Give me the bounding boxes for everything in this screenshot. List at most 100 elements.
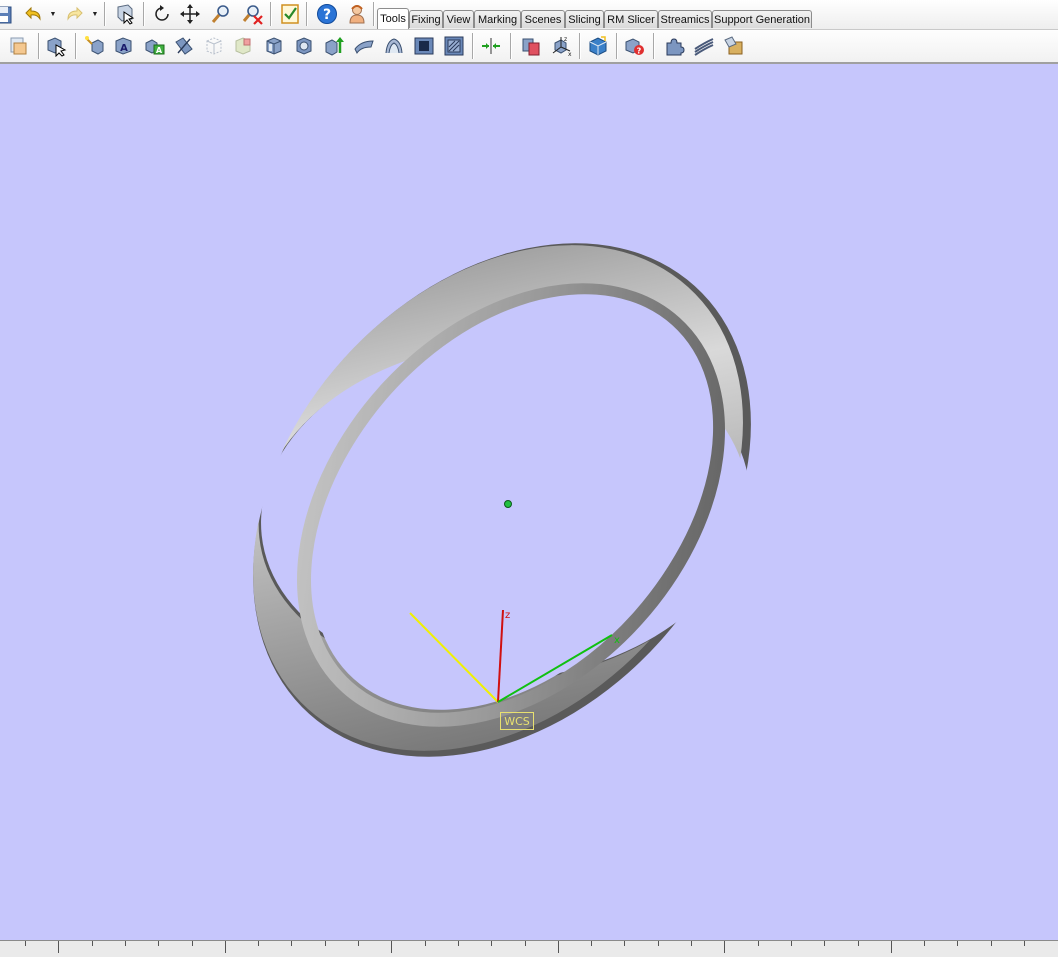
ruler-tick xyxy=(58,941,60,953)
undo-icon[interactable] xyxy=(20,1,46,27)
ruler-tick xyxy=(890,941,892,953)
ruler-tick xyxy=(524,941,526,946)
ruler-tick xyxy=(790,941,792,946)
ruler-tick xyxy=(691,941,692,946)
ruler-tick xyxy=(924,941,926,946)
checklist-icon[interactable] xyxy=(277,1,303,27)
svg-text:x: x xyxy=(568,51,572,57)
section-icon[interactable] xyxy=(291,33,317,59)
toolbar-separator xyxy=(579,33,581,59)
zoom-icon[interactable] xyxy=(208,1,234,27)
svg-text:A: A xyxy=(120,43,128,54)
perforate-icon[interactable] xyxy=(230,33,256,59)
select-part-icon[interactable] xyxy=(112,1,138,27)
smooth-icon[interactable] xyxy=(381,33,407,59)
label-b-icon[interactable]: A xyxy=(142,33,168,59)
tab-scenes[interactable]: Scenes xyxy=(521,10,565,28)
ruler-tick xyxy=(124,941,126,946)
measure-axes-icon[interactable]: zx xyxy=(548,33,574,59)
toolbar-separator xyxy=(270,2,272,26)
ruler-tick xyxy=(391,941,393,953)
ruler-tick xyxy=(158,941,160,946)
surface-icon[interactable] xyxy=(351,33,377,59)
tab-slicing[interactable]: Slicing xyxy=(565,10,604,28)
ruler-tick xyxy=(25,941,26,946)
svg-text:A: A xyxy=(156,46,163,55)
toolbar-separator xyxy=(75,33,77,59)
z-axis-label: z xyxy=(505,610,511,621)
wcs-label: WCS xyxy=(500,712,534,730)
toolbar-separator xyxy=(510,33,512,59)
tab-tools[interactable]: Tools xyxy=(377,8,409,29)
tab-fixing[interactable]: Fixing xyxy=(409,10,443,28)
toolbar-separator xyxy=(143,2,145,26)
ruler-tick xyxy=(657,941,659,946)
part-list-icon[interactable] xyxy=(43,33,69,59)
wall-thickness-icon[interactable] xyxy=(441,33,467,59)
ruler-tick xyxy=(857,941,859,946)
ruler-tick xyxy=(258,941,260,946)
3d-viewport[interactable]: z x WCS xyxy=(0,64,1058,940)
zoom-reset-icon[interactable] xyxy=(240,1,266,27)
x-axis-label: x xyxy=(614,635,620,646)
tools-toolbar: A A zx ? xyxy=(0,29,1058,63)
svg-text:?: ? xyxy=(323,7,331,23)
tab-view[interactable]: View xyxy=(443,10,474,28)
tab-support-generation[interactable]: Support Generation xyxy=(712,10,812,28)
ruler-tick xyxy=(757,941,759,946)
ruler-tick xyxy=(224,941,226,953)
toolbar-separator xyxy=(38,33,40,59)
ruler-tick xyxy=(424,941,426,946)
mesh-icon[interactable] xyxy=(411,33,437,59)
box-part-icon[interactable] xyxy=(585,33,611,59)
toolbar-separator xyxy=(653,33,655,59)
ruler-tick xyxy=(358,941,359,946)
ruler-tick xyxy=(1024,941,1025,946)
tab-streamics[interactable]: Streamics xyxy=(658,10,712,28)
ruler-tick xyxy=(957,941,959,946)
bottom-ruler xyxy=(0,940,1058,957)
ruler-tick xyxy=(824,941,826,946)
ruler-tick xyxy=(291,941,293,946)
scene-canvas xyxy=(152,144,853,856)
puzzle-icon[interactable] xyxy=(661,33,687,59)
help-icon[interactable]: ? xyxy=(314,1,340,27)
toolbar-separator xyxy=(104,2,106,26)
undo-dropdown-arrow[interactable]: ▼ xyxy=(49,10,57,18)
assistant-icon[interactable] xyxy=(344,1,370,27)
center-marker xyxy=(504,500,512,508)
package-icon[interactable] xyxy=(721,33,747,59)
toolbar-separator xyxy=(616,33,618,59)
ruler-tick xyxy=(990,941,992,946)
ruler-tick xyxy=(91,941,93,946)
hollow-icon[interactable] xyxy=(201,33,227,59)
wand-part-icon[interactable] xyxy=(82,33,108,59)
redo-dropdown-arrow[interactable]: ▼ xyxy=(91,10,99,18)
svg-text:?: ? xyxy=(637,47,642,56)
align-icon[interactable] xyxy=(478,33,504,59)
toolbar-separator xyxy=(472,33,474,59)
ruler-tick xyxy=(624,941,626,946)
redo-icon[interactable] xyxy=(62,1,88,27)
toolbar-separator xyxy=(306,2,308,26)
ruler-tick xyxy=(191,941,193,946)
ring-part[interactable] xyxy=(152,144,853,856)
fix-wizard-icon[interactable]: ? xyxy=(622,33,648,59)
extrude-icon[interactable] xyxy=(321,33,347,59)
svg-text:z: z xyxy=(564,36,567,43)
label-a-icon[interactable]: A xyxy=(111,33,137,59)
tab-marking[interactable]: Marking xyxy=(474,10,521,28)
rotate-icon[interactable] xyxy=(149,1,175,27)
toolbar-separator xyxy=(373,2,375,26)
import-part-icon[interactable] xyxy=(5,33,31,59)
ruler-tick xyxy=(457,941,459,946)
ruler-tick xyxy=(724,941,726,953)
boolean-icon[interactable] xyxy=(518,33,544,59)
main-toolbar: ▼ ▼ ? Tools Fixing View Marking Scenes S… xyxy=(0,0,1058,29)
save-icon[interactable] xyxy=(0,2,16,28)
cube-view-icon[interactable] xyxy=(261,33,287,59)
tab-rm-slicer[interactable]: RM Slicer xyxy=(604,10,658,28)
cut-tool-icon[interactable] xyxy=(171,33,197,59)
layers-icon[interactable] xyxy=(691,33,717,59)
pan-icon[interactable] xyxy=(177,1,203,27)
